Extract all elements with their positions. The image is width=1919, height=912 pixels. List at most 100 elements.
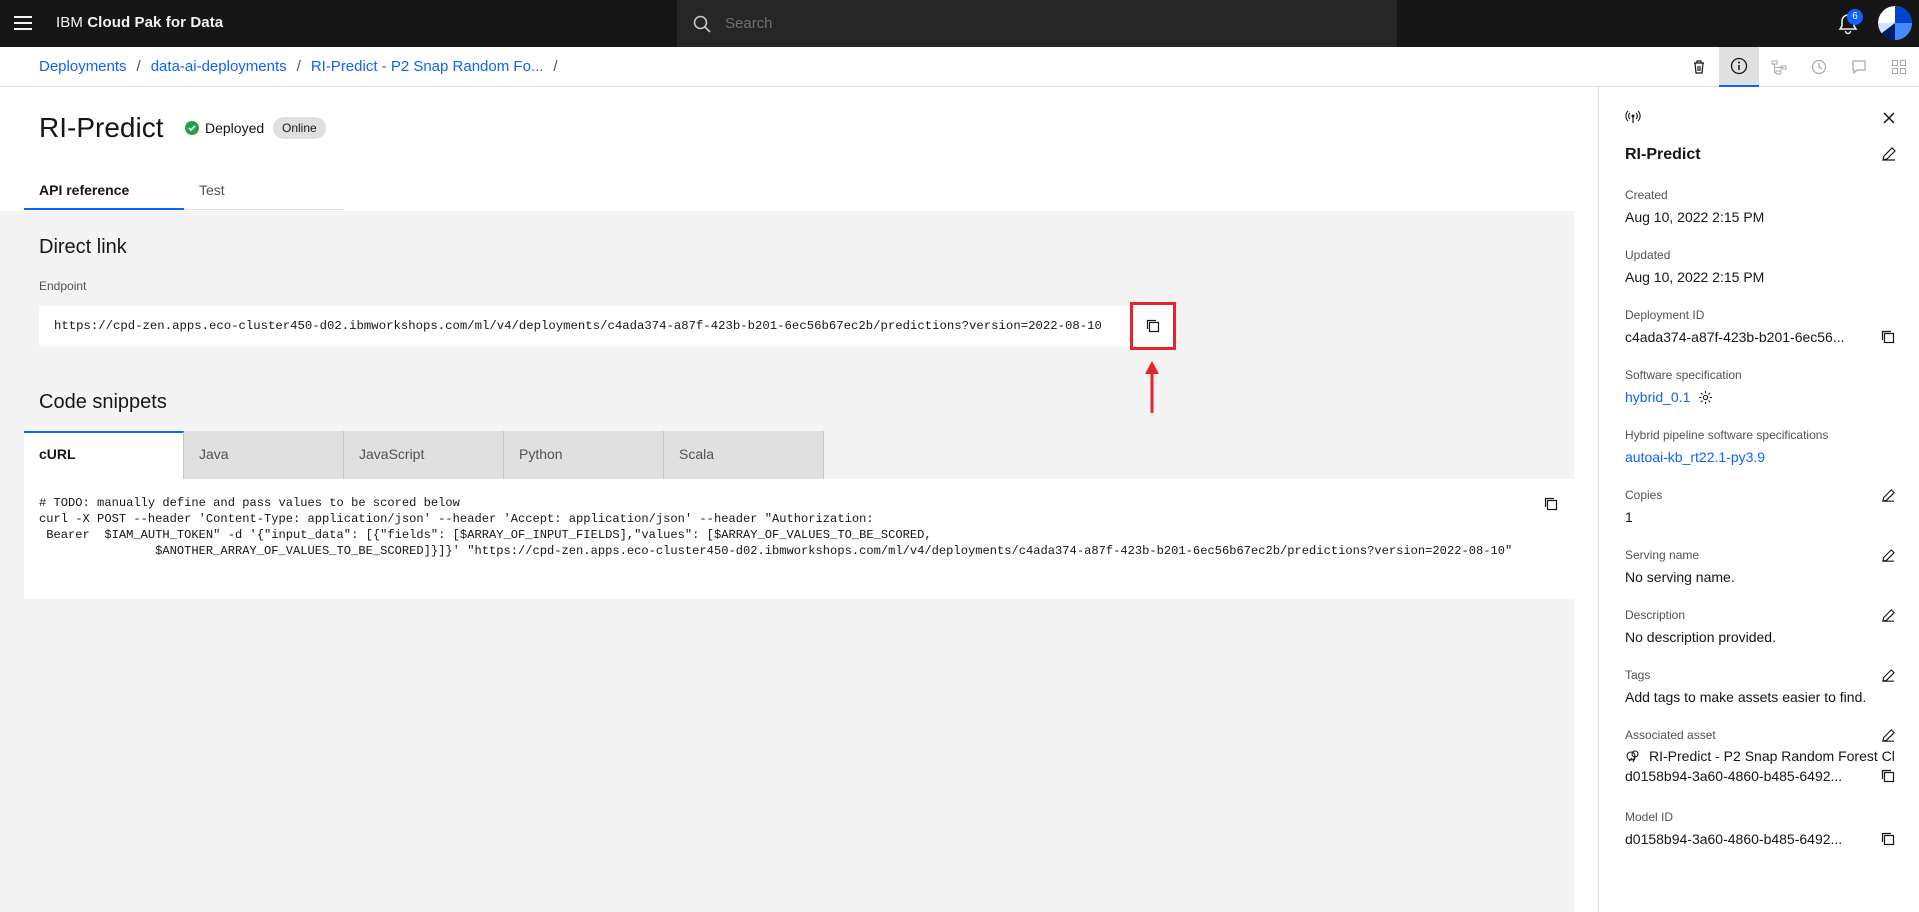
highlight-box: [1130, 302, 1176, 350]
updated-field: Updated Aug 10, 2022 2:15 PM: [1625, 248, 1905, 285]
main-content: RI-Predict Deployed Online API reference…: [0, 87, 1598, 912]
top-header: IBM Cloud Pak for Data 6: [0, 0, 1919, 47]
info-button[interactable]: [1719, 47, 1759, 87]
history-icon: [1811, 59, 1827, 75]
trash-button[interactable]: [1679, 47, 1719, 87]
pipeline-icon: [1771, 60, 1787, 75]
breadcrumb-bar: Deployments / data-ai-deployments / RI-P…: [0, 47, 1919, 87]
deployment-id-label: Deployment ID: [1625, 308, 1705, 322]
toolbar: [1679, 47, 1919, 87]
software-spec-field: Software specification hybrid_0.1: [1625, 368, 1905, 405]
associated-asset-label: Associated asset: [1625, 728, 1716, 742]
software-spec-link[interactable]: hybrid_0.1: [1625, 389, 1690, 405]
edit-icon[interactable]: [1881, 488, 1896, 503]
breadcrumb-deployments[interactable]: Deployments: [39, 58, 127, 75]
deployment-status: Deployed: [185, 120, 264, 136]
page-title: RI-Predict: [39, 112, 164, 143]
description-field: Description No description provided.: [1625, 608, 1905, 645]
tags-value: Add tags to make assets easier to find.: [1625, 689, 1867, 705]
tab-api-reference[interactable]: API reference: [24, 177, 184, 210]
tags-label: Tags: [1625, 668, 1651, 682]
code-language-tabs: cURL Java JavaScript Python Scala: [24, 431, 824, 479]
associated-asset-id: d0158b94-3a60-4860-b485-6492...: [1625, 768, 1843, 784]
copy-icon: [1544, 497, 1558, 511]
model-asset-icon: [1626, 750, 1639, 763]
associated-asset-field: Associated asset RI-Predict - P2 Snap Ra…: [1625, 728, 1915, 784]
copies-value: 1: [1625, 509, 1633, 525]
associated-asset-name[interactable]: RI-Predict - P2 Snap Random Forest Cl: [1649, 748, 1899, 764]
copy-code-button[interactable]: [1536, 489, 1566, 519]
search-bar[interactable]: [677, 0, 1397, 47]
created-field: Created Aug 10, 2022 2:15 PM: [1625, 188, 1905, 225]
tags-field: Tags Add tags to make assets easier to f…: [1625, 668, 1905, 705]
tab-java[interactable]: Java: [184, 431, 344, 479]
hybrid-pipeline-link[interactable]: autoai-kb_rt22.1-py3.9: [1625, 449, 1905, 465]
copies-field: Copies 1: [1625, 488, 1905, 525]
info-icon: [1730, 57, 1748, 75]
api-reference-panel: Direct link Endpoint https://cpd-zen.app…: [0, 211, 1574, 912]
comment-button[interactable]: [1839, 47, 1879, 87]
notification-count-badge: 6: [1847, 9, 1863, 25]
search-icon: [693, 15, 711, 33]
panel-title: RI-Predict: [1625, 146, 1701, 163]
code-snippet[interactable]: # TODO: manually define and pass values …: [39, 495, 1549, 559]
page-tabs: API reference Test: [24, 177, 344, 210]
edit-icon[interactable]: [1881, 146, 1897, 162]
details-panel: RI-Predict Created Aug 10, 2022 2:15 PM …: [1598, 87, 1919, 912]
serving-name-value: No serving name.: [1625, 569, 1735, 585]
breadcrumb-separator: /: [296, 58, 301, 75]
copy-icon[interactable]: [1880, 329, 1896, 345]
pipeline-button[interactable]: [1759, 47, 1799, 87]
breadcrumb-data-ai-deployments[interactable]: data-ai-deployments: [151, 58, 287, 75]
status-text: Deployed: [205, 120, 265, 136]
tab-curl[interactable]: cURL: [24, 431, 184, 479]
tab-javascript[interactable]: JavaScript: [344, 431, 504, 479]
breadcrumb: Deployments / data-ai-deployments / RI-P…: [39, 58, 568, 75]
red-arrow-icon: [1145, 361, 1159, 413]
updated-value: Aug 10, 2022 2:15 PM: [1625, 269, 1765, 285]
software-spec-label: Software specification: [1625, 368, 1742, 382]
copy-icon[interactable]: [1880, 768, 1896, 784]
brand-name: Cloud Pak for Data: [87, 14, 224, 31]
created-value: Aug 10, 2022 2:15 PM: [1625, 209, 1765, 225]
online-tag: Online: [273, 117, 326, 139]
endpoint-url: https://cpd-zen.apps.eco-cluster450-d02.…: [39, 306, 1130, 346]
menu-icon[interactable]: [12, 12, 34, 34]
user-avatar[interactable]: [1878, 6, 1912, 40]
tab-scala[interactable]: Scala: [664, 431, 824, 479]
deployment-id-value: c4ada374-a87f-423b-b201-6ec56...: [1625, 329, 1845, 345]
hybrid-pipeline-field: Hybrid pipeline software specifications …: [1625, 428, 1905, 465]
description-label: Description: [1625, 608, 1686, 622]
gear-icon[interactable]: [1698, 390, 1713, 405]
description-value: No description provided.: [1625, 629, 1776, 645]
tab-python[interactable]: Python: [504, 431, 664, 479]
hybrid-pipeline-label: Hybrid pipeline software specifications: [1625, 428, 1829, 442]
code-snippet-box: # TODO: manually define and pass values …: [24, 479, 1574, 599]
brand-prefix: IBM: [56, 14, 83, 31]
model-id-value: d0158b94-3a60-4860-b485-6492...: [1625, 831, 1843, 847]
edit-icon[interactable]: [1881, 548, 1896, 563]
copy-icon[interactable]: [1880, 831, 1896, 847]
checkmark-circle-icon: [185, 121, 199, 135]
apps-button[interactable]: [1879, 47, 1919, 87]
deployment-signal-icon: [1625, 110, 1641, 123]
tab-test[interactable]: Test: [184, 177, 344, 210]
history-button[interactable]: [1799, 47, 1839, 87]
created-label: Created: [1625, 188, 1668, 202]
app-title[interactable]: IBM Cloud Pak for Data: [56, 14, 223, 31]
model-id-label: Model ID: [1625, 810, 1674, 824]
search-input[interactable]: [725, 15, 1325, 32]
endpoint-label: Endpoint: [39, 279, 87, 293]
edit-icon[interactable]: [1881, 668, 1896, 683]
serving-name-label: Serving name: [1625, 548, 1700, 562]
edit-icon[interactable]: [1881, 608, 1896, 623]
breadcrumb-separator: /: [136, 58, 141, 75]
edit-icon[interactable]: [1881, 728, 1896, 743]
comment-icon: [1852, 60, 1866, 75]
apps-icon: [1892, 60, 1906, 74]
deployment-id-field: Deployment ID c4ada374-a87f-423b-b201-6e…: [1625, 308, 1905, 345]
direct-link-title: Direct link: [39, 236, 127, 258]
close-icon[interactable]: [1882, 111, 1896, 125]
breadcrumb-ri-predict[interactable]: RI-Predict - P2 Snap Random Fo...: [311, 58, 544, 75]
model-id-field: Model ID d0158b94-3a60-4860-b485-6492...: [1625, 810, 1905, 847]
